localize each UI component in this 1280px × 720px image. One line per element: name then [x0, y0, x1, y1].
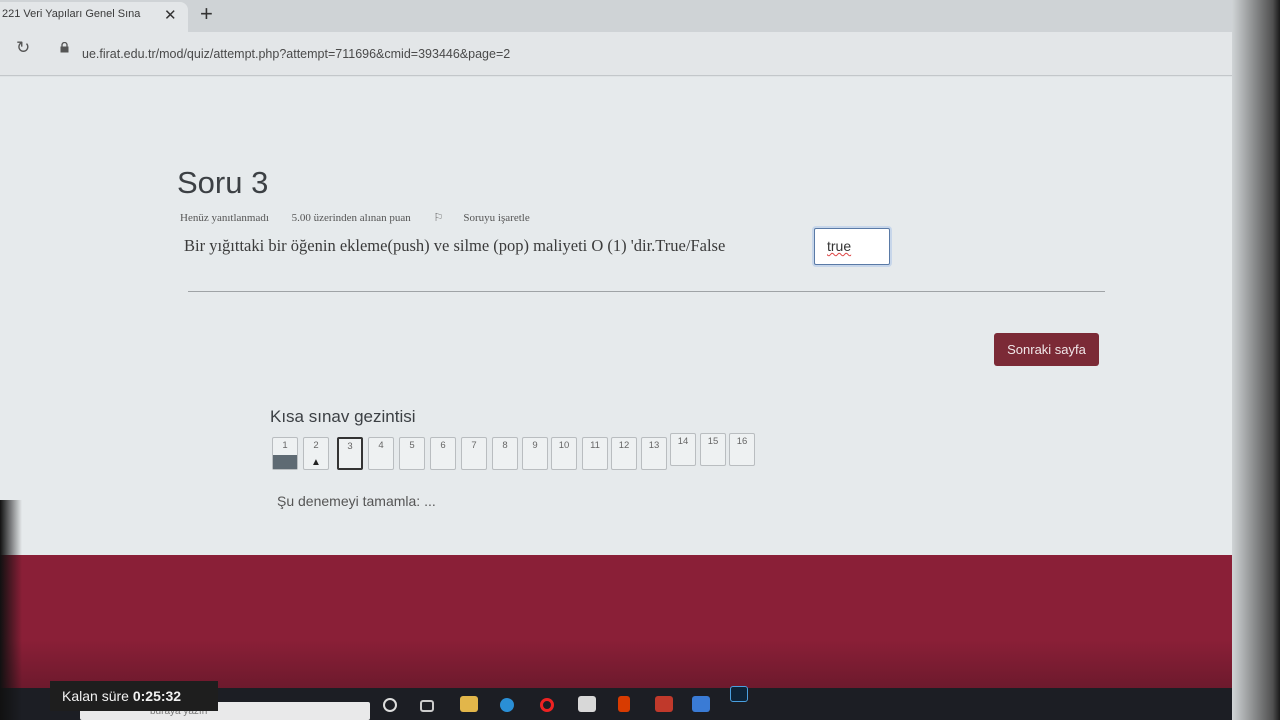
quiz-nav-label: 15 [707, 436, 719, 447]
quiz-nav-item-12[interactable]: 12 [611, 437, 637, 470]
quiz-nav-label: 3 [347, 441, 353, 452]
divider [188, 291, 1105, 292]
quiz-nav-label: 7 [471, 440, 477, 451]
opera-icon[interactable] [540, 698, 554, 712]
quiz-nav-label: 12 [618, 440, 630, 451]
next-page-button[interactable]: Sonraki sayfa [994, 333, 1099, 366]
new-tab-icon[interactable]: + [200, 2, 213, 26]
quiz-nav-label: 10 [558, 440, 570, 451]
quiz-nav-item-1[interactable]: 1 [272, 437, 298, 470]
screen-bezel-left [0, 500, 22, 720]
question-points: 5.00 üzerinden alınan puan [291, 212, 411, 224]
browser-tab-strip: 221 Veri Yapıları Genel Sına ✕ + [0, 0, 1280, 32]
quiz-nav-item-13[interactable]: 13 [641, 437, 667, 470]
quiz-nav-item-6[interactable]: 6 [430, 437, 456, 470]
quiz-nav-item-2[interactable]: 2 ▲ [303, 437, 329, 470]
quiz-nav-item-16[interactable]: 16 [729, 433, 755, 466]
flag-question-label: Soruyu işaretle [463, 212, 530, 224]
quiz-nav-label: 5 [409, 440, 415, 451]
finish-attempt-link[interactable]: Şu denemeyi tamamla: ... [277, 493, 436, 509]
quiz-nav-label: 14 [677, 436, 689, 447]
edge-icon[interactable] [500, 698, 514, 712]
time-remaining-value: 0:25:32 [132, 688, 182, 704]
answered-indicator [273, 455, 297, 469]
answer-input[interactable]: true [814, 228, 890, 265]
quiz-nav-label: 11 [590, 440, 600, 451]
quiz-nav-item-11[interactable]: 11 [582, 437, 608, 470]
chrome-icon[interactable] [655, 696, 673, 712]
browser-tab[interactable]: 221 Veri Yapıları Genel Sına ✕ [0, 2, 188, 32]
question-info: Henüz yanıtlanmadı 5.00 üzerinden alınan… [180, 211, 570, 224]
quiz-nav-item-9[interactable]: 9 [522, 437, 548, 470]
question-text: Bir yığıttaki bir öğenin ekleme(push) ve… [184, 236, 726, 255]
store-icon[interactable] [578, 696, 596, 712]
address-bar[interactable]: ue.firat.edu.tr/mod/quiz/attempt.php?att… [82, 47, 510, 61]
quiz-nav-item-10[interactable]: 10 [551, 437, 577, 470]
file-explorer-icon[interactable] [460, 696, 478, 712]
cortana-icon[interactable] [383, 698, 397, 712]
photoshop-icon[interactable] [730, 686, 748, 702]
task-view-icon[interactable] [420, 700, 434, 712]
quiz-nav-item-15[interactable]: 15 [700, 433, 726, 466]
quiz-nav-item-14[interactable]: 14 [670, 433, 696, 466]
quiz-nav-item-3[interactable]: 3 [337, 437, 363, 470]
tab-title: 221 Veri Yapıları Genel Sına [2, 8, 141, 20]
close-icon[interactable]: ✕ [164, 6, 177, 24]
quiz-nav-item-7[interactable]: 7 [461, 437, 487, 470]
page-content: Soru 3 Henüz yanıtlanmadı 5.00 üzerinden… [0, 77, 1280, 577]
quiz-nav-label: 16 [736, 436, 748, 447]
time-remaining: Kalan süre 0:25:32 [50, 681, 218, 711]
lock-icon [60, 42, 69, 53]
quiz-nav-label: 13 [648, 440, 660, 451]
quiz-navigation-title: Kısa sınav gezintisi [270, 407, 416, 426]
question-status: Henüz yanıtlanmadı [180, 212, 269, 224]
flag-icon: ⚐ [433, 212, 444, 224]
quiz-nav-label: 8 [502, 440, 508, 451]
quiz-nav-item-8[interactable]: 8 [492, 437, 518, 470]
flag-indicator-icon: ▲ [311, 457, 321, 468]
browser-toolbar: ↻ ue.firat.edu.tr/mod/quiz/attempt.php?a… [0, 32, 1280, 76]
screen: 221 Veri Yapıları Genel Sına ✕ + ↻ ue.fi… [0, 0, 1280, 720]
time-remaining-label: Kalan süre [62, 688, 129, 704]
quiz-nav-label: 9 [532, 440, 538, 451]
quiz-nav-item-5[interactable]: 5 [399, 437, 425, 470]
quiz-nav-item-4[interactable]: 4 [368, 437, 394, 470]
quiz-nav-label: 1 [282, 440, 288, 451]
screen-bezel-right [1232, 0, 1280, 720]
mail-icon[interactable] [692, 696, 710, 712]
flag-question-link[interactable]: ⚐ Soruyu işaretle [434, 212, 550, 224]
answer-value: true [827, 238, 852, 254]
reload-icon[interactable]: ↻ [16, 38, 30, 58]
quiz-nav-label: 2 [313, 440, 319, 451]
quiz-nav-label: 4 [378, 440, 384, 451]
question-title: Soru 3 [177, 165, 269, 200]
office-icon[interactable] [618, 696, 630, 712]
quiz-nav-label: 6 [440, 440, 446, 451]
